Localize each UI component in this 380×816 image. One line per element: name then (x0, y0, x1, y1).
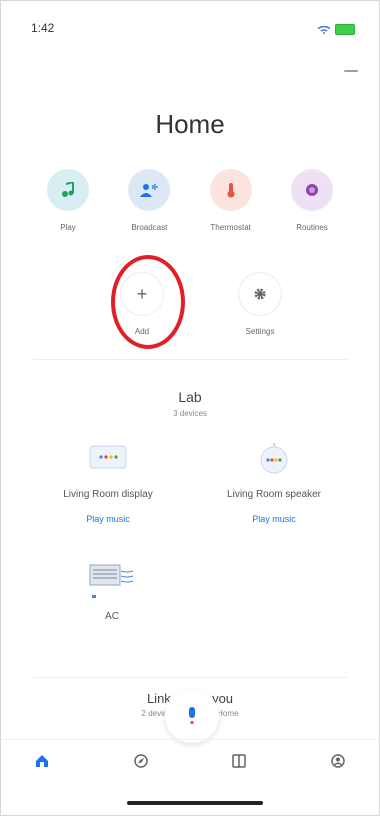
status-time: 1:42 (31, 21, 55, 35)
discover-tab-icon[interactable] (130, 750, 152, 772)
action-label: Broadcast (131, 223, 168, 232)
action-label: Routines (296, 223, 328, 232)
device-grid: Living Room display Play music Living Ro… (33, 441, 349, 524)
quick-actions: Play Broadcast Thermostat Routines (31, 169, 349, 232)
home-tab-icon[interactable] (31, 750, 53, 772)
gear-icon (239, 273, 281, 315)
page-title: Home (155, 109, 225, 139)
device-living-room-speaker[interactable]: Living Room speaker Play music (199, 441, 349, 524)
highlight-ring (111, 255, 185, 349)
bottom-navigation (1, 739, 379, 781)
action-label: Play (60, 223, 76, 232)
menu-icon (344, 70, 358, 72)
routines-icon (290, 169, 333, 211)
display-icon (88, 441, 128, 475)
speaker-icon (254, 441, 294, 475)
device-name: AC (105, 611, 119, 622)
wifi-icon (317, 25, 331, 34)
play-music-link[interactable]: Play music (86, 514, 130, 524)
action-routines[interactable]: Routines (275, 169, 349, 232)
action-play[interactable]: Play (31, 169, 105, 232)
device-living-room-display[interactable]: Living Room display Play music (33, 441, 183, 524)
battery-icon (335, 24, 355, 35)
home-indicator (127, 801, 263, 805)
ac-icon (87, 561, 137, 605)
music-note-icon (47, 169, 89, 211)
action-thermostat[interactable]: Thermostat (194, 169, 268, 232)
app-screen: 1:42 Home Play Broadcast Thermostat Rout… (0, 0, 380, 816)
action-settings[interactable]: Settings (223, 273, 297, 336)
status-bar: 1:42 (1, 1, 379, 41)
play-music-link[interactable]: Play music (252, 514, 296, 524)
device-name: Living Room speaker (227, 489, 321, 500)
action-label: Settings (245, 327, 275, 336)
action-label: Thermostat (210, 223, 251, 232)
thermostat-icon (209, 169, 252, 211)
microphone-icon (189, 707, 195, 725)
device-ac[interactable]: AC (67, 561, 157, 622)
status-icons (317, 24, 355, 35)
account-tab-icon[interactable] (327, 750, 349, 772)
broadcast-people-icon (128, 169, 171, 211)
menu-button[interactable] (341, 63, 361, 79)
section-divider (33, 677, 347, 678)
section-divider (33, 359, 347, 360)
room-name: Lab (178, 389, 202, 405)
device-name: Living Room display (63, 489, 153, 500)
assistant-mic-button[interactable] (165, 689, 219, 743)
media-tab-icon[interactable] (228, 750, 250, 772)
room-device-count: 3 devices (173, 409, 207, 418)
action-broadcast[interactable]: Broadcast (112, 169, 186, 232)
